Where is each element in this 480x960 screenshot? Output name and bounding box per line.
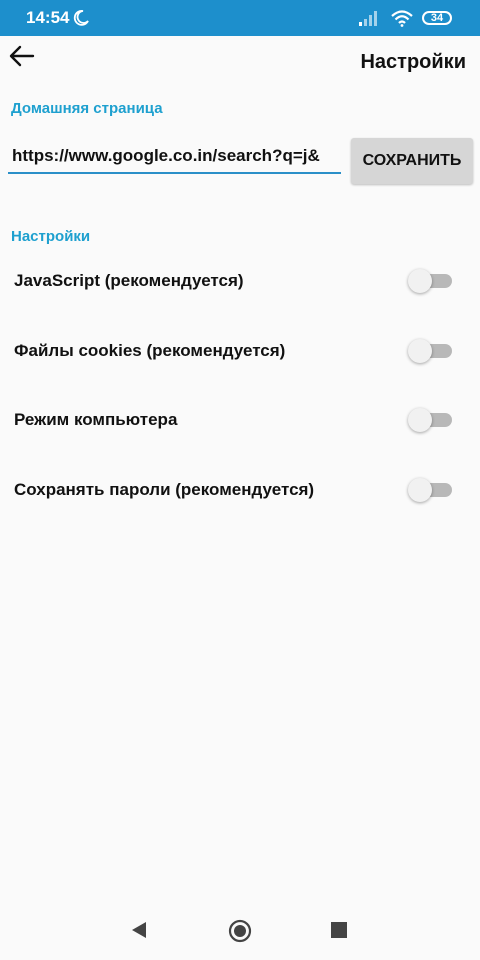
- moon-icon: [73, 10, 89, 26]
- toggle-thumb: [408, 269, 432, 293]
- setting-row-save-passwords[interactable]: Сохранять пароли (рекомендуется): [0, 470, 480, 510]
- signal-icon: [359, 11, 377, 26]
- javascript-toggle[interactable]: [408, 269, 454, 293]
- homepage-section-label: Домашняя страница: [11, 100, 163, 117]
- page-title: Настройки: [360, 51, 466, 73]
- system-nav-bar: [0, 900, 480, 960]
- setting-label: Сохранять пароли (рекомендуется): [14, 480, 315, 499]
- app-bar: Настройки: [0, 36, 480, 88]
- homepage-url-input[interactable]: [8, 140, 341, 174]
- nav-recents-icon[interactable]: [331, 922, 347, 938]
- cookies-toggle[interactable]: [408, 339, 454, 363]
- toggle-thumb: [408, 408, 432, 432]
- arrow-left-icon: [9, 45, 35, 67]
- status-bar: 14:54 34: [0, 0, 480, 36]
- save-button[interactable]: СОХРАНИТЬ: [351, 138, 473, 184]
- wifi-icon: [391, 10, 413, 27]
- back-button[interactable]: [4, 38, 40, 74]
- battery-level: 34: [430, 12, 444, 24]
- nav-home-icon[interactable]: [228, 919, 252, 943]
- setting-row-cookies[interactable]: Файлы cookies (рекомендуется): [0, 331, 480, 371]
- desktop-mode-toggle[interactable]: [408, 408, 454, 432]
- setting-label: JavaScript (рекомендуется): [14, 271, 244, 290]
- nav-back-icon[interactable]: [129, 920, 149, 940]
- battery-icon: 34: [422, 11, 452, 25]
- toggle-thumb: [408, 339, 432, 363]
- status-icons: 34: [358, 9, 452, 27]
- save-passwords-toggle[interactable]: [408, 478, 454, 502]
- setting-row-desktop-mode[interactable]: Режим компьютера: [0, 400, 480, 440]
- setting-label: Режим компьютера: [14, 410, 178, 429]
- status-time: 14:54: [26, 8, 70, 27]
- setting-row-javascript[interactable]: JavaScript (рекомендуется): [0, 261, 480, 301]
- setting-label: Файлы cookies (рекомендуется): [14, 341, 286, 360]
- toggle-thumb: [408, 478, 432, 502]
- settings-section-label: Настройки: [11, 228, 91, 245]
